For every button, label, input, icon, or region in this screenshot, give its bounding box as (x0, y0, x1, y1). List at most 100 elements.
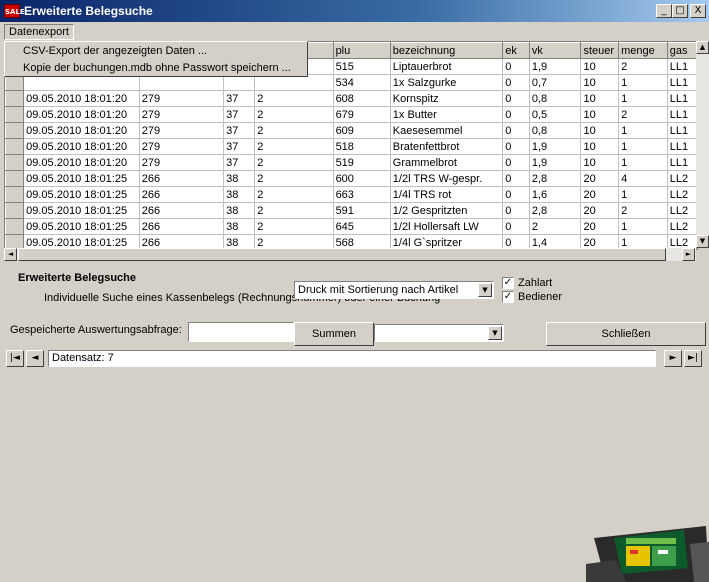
table-row[interactable]: 09.05.2010 18:01:20 279 37 2 609 Kaesesemmel 0… (5, 122, 697, 139)
table-cell: 20 (580, 218, 620, 235)
column-header[interactable]: plu (332, 42, 391, 59)
first-record-icon[interactable]: |◄ (6, 350, 24, 367)
table-cell: 2,8 (529, 202, 582, 219)
table-cell: 2 (254, 106, 334, 123)
table-cell: 09.05.2010 18:01:20 (23, 122, 140, 139)
row-selector[interactable] (5, 170, 25, 187)
table-cell: Grammelbrot (390, 154, 504, 171)
table-cell: 1x Salzgurke (390, 74, 504, 91)
table-cell: 2 (529, 218, 582, 235)
search-panel: Erweiterte Belegsuche Individuelle Suche… (0, 262, 709, 582)
table-cell: 20 (580, 202, 620, 219)
column-header[interactable]: vk (528, 42, 582, 59)
table-cell: 0 (502, 170, 530, 187)
table-cell: 609 (333, 122, 391, 139)
menu-item-csv-export[interactable]: CSV-Export der angezeigten Daten ... (23, 45, 207, 57)
table-cell: 1 (618, 218, 668, 235)
chevron-down-icon[interactable]: ▼ (488, 326, 502, 340)
table-cell: LL1 (667, 122, 697, 139)
scroll-up-icon[interactable]: ▲ (696, 41, 709, 54)
table-cell: 09.05.2010 18:01:20 (23, 138, 140, 155)
table-row[interactable]: 09.05.2010 18:01:25 266 38 2 663 1/4l TRS rot… (5, 186, 697, 203)
row-selector[interactable] (5, 186, 25, 203)
table-cell: 1 (618, 154, 668, 171)
table-cell: 10 (580, 74, 620, 91)
zahlart-checkbox[interactable]: ✓ (502, 277, 514, 289)
summen-button[interactable]: Summen (294, 322, 374, 346)
table-cell: LL1 (667, 138, 697, 155)
table-cell: 2 (254, 218, 334, 235)
horizontal-scrollbar[interactable]: ◄ ► (4, 248, 696, 261)
record-position-field[interactable]: Datensatz: 7 (48, 350, 656, 367)
table-cell: 0 (502, 138, 530, 155)
table-cell: 20 (580, 170, 620, 187)
table-row[interactable]: 09.05.2010 18:01:20 279 37 2 519 Grammelbrot 0… (5, 154, 697, 171)
row-selector[interactable] (5, 122, 25, 139)
table-cell: LL1 (667, 74, 697, 91)
column-header[interactable]: menge (618, 42, 668, 59)
datenexport-dropdown: CSV-Export der angezeigten Daten ... Kop… (4, 41, 308, 77)
horizontal-scroll-thumb[interactable] (18, 248, 666, 261)
table-cell: LL1 (667, 106, 697, 123)
column-header[interactable]: gas (666, 42, 697, 59)
table-row[interactable]: 09.05.2010 18:01:25 266 38 2 591 1/2 Gespritz… (5, 202, 697, 219)
table-row[interactable]: 09.05.2010 18:01:20 279 37 2 518 Bratenfettbr… (5, 138, 697, 155)
table-row[interactable]: 09.05.2010 18:01:20 279 37 2 679 1x Butter 0 0,… (5, 106, 697, 123)
table-cell: 679 (333, 106, 391, 123)
panel-heading: Erweiterte Belegsuche (18, 272, 136, 284)
table-cell: 279 (139, 138, 225, 155)
table-cell: 10 (580, 58, 620, 75)
table-cell: 519 (333, 154, 391, 171)
scroll-left-icon[interactable]: ◄ (4, 248, 17, 261)
table-cell: Kornspitz (390, 90, 504, 107)
minimize-button[interactable]: _ (656, 4, 672, 18)
close-window-button[interactable]: Schließen (546, 322, 706, 346)
column-header[interactable]: bezeichnung (389, 42, 504, 59)
row-selector[interactable] (5, 202, 25, 219)
row-selector[interactable] (5, 154, 25, 171)
summen-select[interactable]: ▼ (374, 324, 504, 342)
table-row[interactable]: 09.05.2010 18:01:20 279 37 2 608 Kornspitz 0 0,… (5, 90, 697, 107)
table-row[interactable]: 09.05.2010 18:01:25 266 38 2 645 1/2l Hollers… (5, 218, 697, 235)
table-cell: 518 (333, 138, 391, 155)
table-cell: 38 (223, 170, 256, 187)
previous-record-icon[interactable]: ◄ (26, 350, 44, 367)
row-selector[interactable] (5, 138, 25, 155)
table-cell: Kaesesemmel (390, 122, 504, 139)
table-cell: 0,7 (529, 74, 582, 91)
table-cell: 38 (223, 218, 256, 235)
last-record-icon[interactable]: ►| (684, 350, 702, 367)
table-cell: 2 (254, 170, 334, 187)
row-selector[interactable] (5, 218, 25, 235)
table-cell: 279 (139, 154, 225, 171)
table-cell: 09.05.2010 18:01:20 (23, 106, 140, 123)
row-selector[interactable] (5, 90, 25, 107)
record-position-text: Datensatz: 7 (52, 352, 114, 364)
maximize-button[interactable]: □ (672, 4, 688, 18)
table-cell: 1 (618, 186, 668, 203)
row-selector[interactable] (5, 106, 25, 123)
menu-item-copy-mdb[interactable]: Kopie der buchungen.mdb ohne Passwort sp… (23, 62, 291, 74)
table-cell: 266 (139, 202, 225, 219)
bediener-checkbox[interactable]: ✓ (502, 291, 514, 303)
close-button[interactable]: X (690, 4, 706, 18)
table-cell: 10 (580, 90, 620, 107)
table-cell: LL1 (667, 154, 697, 171)
menu-datenexport[interactable]: Datenexport (4, 24, 74, 40)
chevron-down-icon[interactable]: ▼ (478, 283, 492, 297)
table-cell: 10 (580, 154, 620, 171)
table-cell: 534 (333, 74, 391, 91)
table-cell: 1,9 (529, 154, 582, 171)
table-cell: 09.05.2010 18:01:25 (23, 186, 140, 203)
table-cell: 663 (333, 186, 391, 203)
column-header[interactable]: steuer (580, 42, 620, 59)
column-header[interactable]: ek (502, 42, 530, 59)
scroll-down-icon[interactable]: ▼ (696, 235, 709, 248)
vertical-scrollbar[interactable]: ▲ ▼ (696, 41, 709, 248)
scroll-right-icon[interactable]: ► (682, 248, 695, 261)
next-record-icon[interactable]: ► (664, 350, 682, 367)
saved-query-field[interactable] (188, 322, 294, 342)
table-row[interactable]: 09.05.2010 18:01:25 266 38 2 600 1/2l TRS W-g… (5, 170, 697, 187)
table-cell: 266 (139, 218, 225, 235)
sort-select[interactable]: Druck mit Sortierung nach Artikel ▼ (294, 281, 494, 299)
